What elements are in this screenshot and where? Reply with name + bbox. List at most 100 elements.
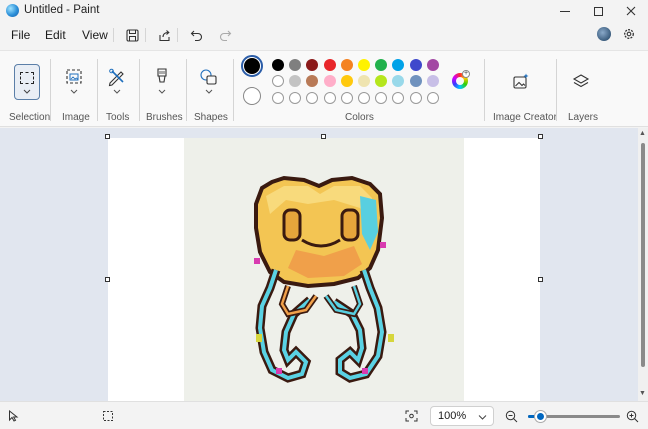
ribbon-divider — [97, 59, 98, 121]
menu-divider — [113, 28, 114, 42]
title-bar: Untitled - Paint — [0, 0, 648, 22]
paintbrush-icon — [157, 68, 167, 94]
image-crop-resize-icon — [66, 69, 82, 94]
ribbon-divider — [186, 59, 187, 121]
ribbon-divider — [139, 59, 140, 121]
palette-color-swatch[interactable] — [340, 59, 353, 71]
ribbon-divider — [233, 59, 234, 121]
scroll-up-arrow-icon[interactable]: ▲ — [639, 130, 646, 137]
group-label-brushes: Brushes — [146, 112, 183, 123]
scrollbar-thumb[interactable] — [641, 143, 645, 367]
zoom-level-value: 100% — [438, 410, 467, 422]
window-title: Untitled - Paint — [24, 4, 100, 16]
zoom-slider-thumb[interactable] — [535, 411, 546, 422]
canvas-workspace — [0, 128, 648, 401]
pasted-image — [184, 138, 464, 401]
fit-to-window-icon[interactable] — [405, 410, 418, 422]
zoom-out-icon[interactable] — [505, 410, 518, 423]
undo-button[interactable] — [187, 27, 205, 43]
custom-color-slot[interactable] — [323, 92, 336, 104]
rectangle-select-icon — [20, 72, 34, 84]
ribbon-divider — [484, 59, 485, 121]
shapes-icon — [200, 69, 217, 94]
group-label-selection: Selection — [9, 112, 51, 123]
image-creator-sparkle-icon — [513, 73, 529, 89]
tools-button[interactable] — [106, 67, 128, 95]
resize-handle-right[interactable] — [538, 277, 543, 282]
menu-edit[interactable]: Edit — [45, 28, 66, 42]
redo-icon — [219, 30, 231, 41]
shapes-button[interactable] — [198, 67, 220, 95]
save-icon — [125, 28, 139, 42]
palette-color-swatch[interactable] — [272, 59, 284, 71]
chevron-down-icon — [478, 415, 487, 420]
selection-size-icon — [103, 411, 113, 421]
add-color-plus-icon: + — [462, 70, 470, 78]
resize-handle-top[interactable] — [321, 134, 326, 139]
palette-color-swatch[interactable] — [358, 75, 370, 87]
custom-color-slot[interactable] — [340, 92, 353, 104]
resize-handle-top-right[interactable] — [538, 134, 543, 139]
palette-color-swatch[interactable] — [409, 59, 422, 71]
layers-button[interactable] — [570, 71, 592, 93]
pixel-art-character-image — [254, 175, 394, 383]
group-label-layers: Layers — [568, 112, 599, 123]
vertical-scrollbar[interactable]: ▲ ▼ — [638, 128, 648, 401]
maximize-button[interactable] — [581, 0, 615, 22]
close-button[interactable] — [614, 0, 648, 22]
image-creator-button[interactable] — [510, 71, 532, 93]
undo-icon — [190, 30, 202, 41]
share-button[interactable] — [155, 27, 173, 43]
resize-handle-left[interactable] — [105, 277, 110, 282]
custom-color-slot[interactable] — [426, 92, 439, 104]
brushes-button[interactable] — [152, 67, 172, 95]
minimize-icon — [560, 10, 570, 12]
palette-color-swatch[interactable] — [323, 59, 336, 71]
save-button[interactable] — [123, 27, 141, 43]
image-tool-button[interactable] — [63, 67, 85, 95]
palette-color-swatch[interactable] — [272, 75, 284, 87]
custom-color-slot[interactable] — [272, 92, 284, 104]
menu-view[interactable]: View — [82, 28, 108, 42]
status-bar: 100% — [0, 401, 648, 429]
minimize-button[interactable] — [548, 0, 582, 22]
close-icon — [626, 6, 636, 16]
primary-color-swatch — [244, 58, 260, 74]
palette-color-swatch[interactable] — [409, 75, 422, 87]
zoom-in-icon[interactable] — [626, 410, 639, 423]
custom-color-slot[interactable] — [358, 92, 370, 104]
ribbon-divider — [50, 59, 51, 121]
settings-gear-icon[interactable] — [622, 27, 636, 41]
group-label-image-creator: Image Creator — [493, 112, 557, 123]
group-label-tools: Tools — [106, 112, 130, 123]
selection-tool-button[interactable] — [14, 64, 40, 100]
group-label-shapes: Shapes — [194, 112, 228, 123]
layers-icon — [572, 74, 590, 88]
quick-access-divider — [145, 28, 146, 42]
maximize-icon — [593, 6, 603, 16]
paint-app-icon — [6, 4, 19, 17]
palette-color-swatch[interactable] — [426, 59, 439, 71]
drawing-canvas[interactable] — [108, 138, 540, 401]
redo-button[interactable] — [216, 27, 234, 43]
palette-color-swatch[interactable] — [323, 75, 336, 87]
palette-color-swatch[interactable] — [340, 75, 353, 87]
chevron-down-icon — [23, 89, 31, 94]
share-icon — [158, 29, 170, 41]
account-avatar[interactable] — [597, 27, 611, 41]
quick-access-divider-2 — [177, 28, 178, 42]
palette-color-swatch[interactable] — [426, 75, 439, 87]
menu-file[interactable]: File — [11, 28, 30, 42]
primary-color-selector[interactable] — [241, 55, 263, 77]
pencil-brush-tools-icon — [108, 68, 124, 94]
resize-handle-top-left[interactable] — [105, 134, 110, 139]
custom-color-slot[interactable] — [409, 92, 422, 104]
group-label-image: Image — [62, 112, 90, 123]
group-label-colors: Colors — [345, 112, 374, 123]
zoom-level-dropdown[interactable]: 100% — [430, 406, 494, 426]
secondary-color-selector[interactable] — [243, 87, 261, 105]
palette-color-swatch[interactable] — [358, 59, 370, 71]
scroll-down-arrow-icon[interactable]: ▼ — [639, 390, 646, 397]
menu-bar: File Edit View — [0, 22, 648, 48]
cursor-position-icon — [9, 410, 19, 422]
